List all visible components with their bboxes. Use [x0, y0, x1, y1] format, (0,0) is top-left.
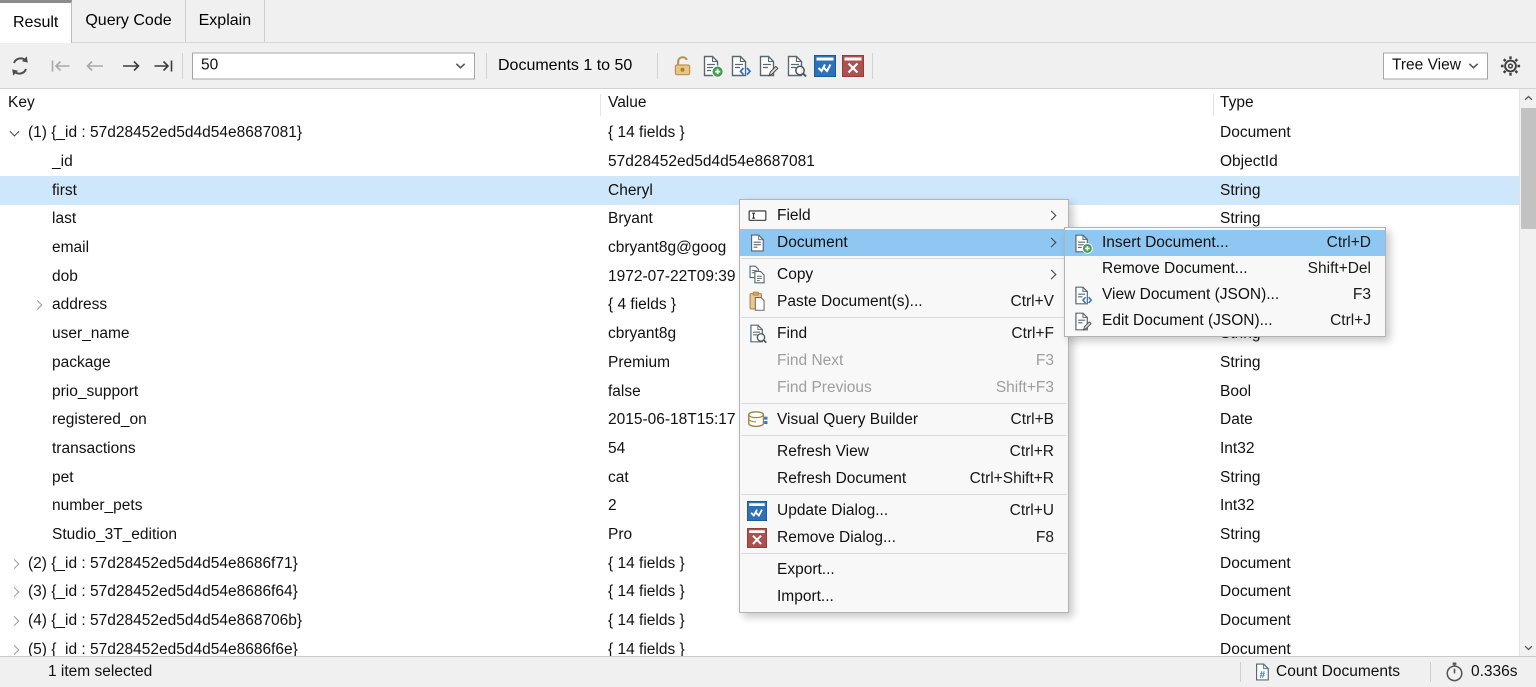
expander-right-icon[interactable]	[33, 301, 43, 311]
menu-item-remove-dialog[interactable]: Remove Dialog... F8	[740, 524, 1068, 551]
count-documents-icon	[1252, 662, 1272, 682]
menu-item-paste-documents[interactable]: Paste Document(s)... Ctrl+V	[740, 288, 1068, 315]
status-bar: 1 item selected Count Documents 0.336s	[0, 656, 1536, 687]
insert-document-button[interactable]	[700, 54, 724, 78]
chevron-down-icon	[1468, 62, 1479, 69]
document-submenu: Insert Document... Ctrl+D Remove Documen…	[1064, 227, 1386, 337]
grid-header: Key Value Type	[0, 89, 1519, 119]
copy-icon	[744, 264, 770, 285]
expander-right-icon[interactable]	[10, 616, 20, 626]
menu-item-find-previous[interactable]: Find Previous Shift+F3	[740, 374, 1068, 401]
expander-right-icon[interactable]	[10, 587, 20, 597]
submenu-item-insert-document[interactable]: Insert Document... Ctrl+D	[1065, 230, 1385, 256]
toolbar-separator	[657, 53, 658, 79]
menu-separator	[741, 494, 1067, 495]
stopwatch-icon	[1444, 662, 1465, 683]
expander-right-icon[interactable]	[10, 559, 20, 569]
menu-item-find-next[interactable]: Find Next F3	[740, 347, 1068, 374]
tab-explain-label: Explain	[199, 12, 251, 30]
table-row[interactable]: (1) {_id : 57d28452ed5d4d54e8687081}{ 14…	[0, 119, 1519, 148]
database-icon	[744, 409, 770, 431]
column-separator[interactable]	[1213, 94, 1214, 116]
edit-json-icon	[1069, 311, 1095, 332]
menu-item-visual-query-builder[interactable]: Visual Query Builder Ctrl+B	[740, 406, 1068, 433]
chevron-down-icon	[455, 62, 466, 69]
insert-document-icon	[1069, 233, 1095, 254]
document-icon	[744, 233, 770, 253]
vertical-scrollbar[interactable]	[1519, 89, 1536, 656]
view-mode-value: Tree View	[1392, 57, 1468, 75]
menu-item-refresh-document[interactable]: Refresh Document Ctrl+Shift+R	[740, 465, 1068, 492]
next-page-button[interactable]	[118, 58, 144, 74]
column-header-key[interactable]: Key	[8, 94, 35, 112]
table-row[interactable]: (5) {_id : 57d28452ed5d4d54e8686f6e}{ 14…	[0, 635, 1519, 656]
menu-separator	[741, 258, 1067, 259]
documents-range-label: Documents 1 to 50	[498, 57, 632, 75]
expander-down-icon[interactable]	[10, 127, 20, 137]
menu-separator	[741, 403, 1067, 404]
submenu-arrow-icon	[1047, 211, 1057, 221]
edit-document-json-button[interactable]	[756, 54, 780, 78]
column-header-value[interactable]: Value	[608, 94, 647, 112]
submenu-arrow-icon	[1047, 270, 1057, 280]
tab-query-code-label: Query Code	[85, 12, 171, 30]
scroll-up-arrow[interactable]	[1520, 89, 1536, 106]
query-time-label: 0.336s	[1471, 663, 1518, 681]
result-tab-bar: Result Query Code Explain	[0, 0, 1536, 43]
find-document-icon	[744, 323, 770, 344]
first-page-button[interactable]	[48, 58, 74, 74]
menu-separator	[741, 553, 1067, 554]
menu-item-document[interactable]: Document	[740, 229, 1068, 256]
refresh-button[interactable]	[8, 54, 32, 78]
page-size-value: 50	[201, 57, 455, 75]
toolbar-separator	[872, 53, 873, 79]
selection-status-label: 1 item selected	[48, 663, 152, 681]
update-dialog-button[interactable]	[814, 55, 836, 77]
menu-item-field[interactable]: Field	[740, 202, 1068, 229]
menu-item-update-dialog[interactable]: Update Dialog... Ctrl+U	[740, 497, 1068, 524]
menu-item-find[interactable]: Find Ctrl+F	[740, 320, 1068, 347]
settings-gear-button[interactable]	[1498, 53, 1523, 78]
find-document-button[interactable]	[784, 54, 808, 78]
menu-separator	[741, 435, 1067, 436]
column-separator[interactable]	[600, 94, 601, 116]
statusbar-separator	[1430, 662, 1431, 682]
tab-result-label: Result	[13, 14, 58, 32]
remove-dialog-button[interactable]	[842, 55, 864, 77]
scroll-down-arrow[interactable]	[1520, 639, 1536, 656]
count-documents-button[interactable]: Count Documents	[1276, 663, 1400, 681]
submenu-item-remove-document[interactable]: Remove Document... Shift+Del	[1065, 256, 1385, 282]
toolbar-separator	[182, 53, 183, 79]
submenu-item-view-document-json[interactable]: View Document (JSON)... F3	[1065, 282, 1385, 308]
page-size-select[interactable]: 50	[192, 52, 475, 79]
menu-item-refresh-view[interactable]: Refresh View Ctrl+R	[740, 438, 1068, 465]
result-toolbar: 50 Documents 1 to 50 Tree View	[0, 43, 1536, 89]
menu-item-export[interactable]: Export...	[740, 556, 1068, 583]
update-dialog-icon	[744, 501, 770, 521]
context-menu: Field Document Copy Paste Document(s)...…	[739, 199, 1069, 613]
remove-dialog-icon	[744, 528, 770, 548]
tab-result[interactable]: Result	[0, 0, 72, 43]
lock-icon[interactable]	[671, 54, 694, 77]
view-document-json-button[interactable]	[728, 54, 752, 78]
submenu-item-edit-document-json[interactable]: Edit Document (JSON)... Ctrl+J	[1065, 308, 1385, 334]
previous-page-button[interactable]	[82, 58, 108, 74]
column-header-type[interactable]: Type	[1220, 94, 1254, 112]
menu-item-copy[interactable]: Copy	[740, 261, 1068, 288]
last-page-button[interactable]	[150, 58, 176, 74]
menu-separator	[741, 317, 1067, 318]
toolbar-separator	[486, 53, 487, 79]
field-icon	[744, 205, 770, 226]
statusbar-separator	[1240, 662, 1241, 682]
table-row[interactable]: _id57d28452ed5d4d54e8687081ObjectId	[0, 148, 1519, 177]
menu-item-import[interactable]: Import...	[740, 583, 1068, 610]
tab-query-code[interactable]: Query Code	[72, 0, 185, 42]
scrollbar-thumb[interactable]	[1521, 108, 1536, 229]
expander-right-icon[interactable]	[10, 645, 20, 655]
paste-icon	[744, 291, 770, 312]
view-json-icon	[1069, 285, 1095, 306]
submenu-arrow-icon	[1047, 238, 1057, 248]
view-mode-select[interactable]: Tree View	[1383, 52, 1488, 79]
tab-explain[interactable]: Explain	[186, 0, 265, 42]
